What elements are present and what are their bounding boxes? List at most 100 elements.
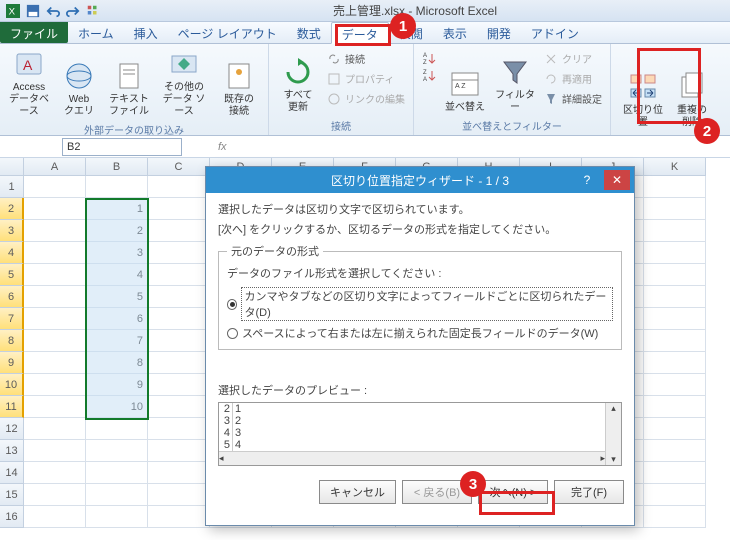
cell[interactable] xyxy=(644,418,706,440)
btn-from-text[interactable]: テキスト ファイル xyxy=(106,46,152,120)
cell[interactable]: 4 xyxy=(86,264,148,286)
cell[interactable] xyxy=(644,330,706,352)
cell[interactable] xyxy=(644,374,706,396)
cell[interactable] xyxy=(148,198,210,220)
cell[interactable] xyxy=(148,484,210,506)
row-header[interactable]: 5 xyxy=(0,264,24,286)
cell[interactable] xyxy=(24,220,86,242)
row-header[interactable]: 9 xyxy=(0,352,24,374)
cell[interactable] xyxy=(644,506,706,528)
cell[interactable] xyxy=(86,484,148,506)
cell[interactable] xyxy=(24,462,86,484)
cell[interactable] xyxy=(644,286,706,308)
cell[interactable] xyxy=(644,484,706,506)
cell[interactable]: 3 xyxy=(86,242,148,264)
cell[interactable] xyxy=(86,176,148,198)
cell[interactable] xyxy=(644,176,706,198)
cell[interactable] xyxy=(24,176,86,198)
radio-fixed-row[interactable]: スペースによって右または左に揃えられた固定長フィールドのデータ(W) xyxy=(227,323,613,343)
cell[interactable] xyxy=(148,220,210,242)
row-header[interactable]: 3 xyxy=(0,220,24,242)
cell[interactable] xyxy=(644,440,706,462)
cell[interactable] xyxy=(148,308,210,330)
cell[interactable] xyxy=(148,176,210,198)
cell[interactable] xyxy=(24,484,86,506)
row-header[interactable]: 15 xyxy=(0,484,24,506)
btn-from-web[interactable]: Web クエリ xyxy=(56,46,102,120)
col-header[interactable]: C xyxy=(148,158,210,176)
cell[interactable]: 6 xyxy=(86,308,148,330)
row-header[interactable]: 14 xyxy=(0,462,24,484)
btn-existing-connections[interactable]: 既存の 接続 xyxy=(216,46,262,120)
fx-icon[interactable]: fx xyxy=(218,141,227,153)
cell[interactable] xyxy=(644,198,706,220)
preview-scrollbar-v[interactable]: ▴▾ xyxy=(605,403,621,465)
cell[interactable] xyxy=(148,374,210,396)
col-header[interactable]: A xyxy=(24,158,86,176)
cell[interactable] xyxy=(24,198,86,220)
cell[interactable] xyxy=(24,308,86,330)
select-all-corner[interactable] xyxy=(0,158,24,176)
cell[interactable]: 5 xyxy=(86,286,148,308)
row-header[interactable]: 7 xyxy=(0,308,24,330)
cell[interactable] xyxy=(24,440,86,462)
cell[interactable] xyxy=(86,418,148,440)
tab-view[interactable]: 表示 xyxy=(433,22,477,43)
tab-developer[interactable]: 開発 xyxy=(477,22,521,43)
tab-home[interactable]: ホーム xyxy=(68,22,124,43)
cell[interactable] xyxy=(24,286,86,308)
cell[interactable] xyxy=(24,418,86,440)
preview-scrollbar-h[interactable]: ◂▸ xyxy=(219,451,605,465)
row-header[interactable]: 8 xyxy=(0,330,24,352)
close-button[interactable]: ✕ xyxy=(604,170,630,190)
cell[interactable] xyxy=(148,352,210,374)
undo-icon[interactable] xyxy=(46,4,60,18)
row-header[interactable]: 2 xyxy=(0,198,24,220)
cell[interactable] xyxy=(644,220,706,242)
cell[interactable] xyxy=(148,286,210,308)
finish-button[interactable]: 完了(F) xyxy=(554,480,624,504)
btn-advanced[interactable]: 詳細設定 xyxy=(542,90,604,107)
btn-filter[interactable]: フィルター xyxy=(492,46,538,116)
btn-from-other[interactable]: その他の データ ソース xyxy=(156,46,212,120)
row-header[interactable]: 13 xyxy=(0,440,24,462)
cell[interactable] xyxy=(148,396,210,418)
btn-from-access[interactable]: AAccess データベース xyxy=(6,46,52,120)
row-header[interactable]: 12 xyxy=(0,418,24,440)
tab-page-layout[interactable]: ページ レイアウト xyxy=(168,22,287,43)
cell[interactable]: 8 xyxy=(86,352,148,374)
col-header[interactable]: K xyxy=(644,158,706,176)
cell[interactable] xyxy=(148,264,210,286)
cell[interactable] xyxy=(148,418,210,440)
row-header[interactable]: 4 xyxy=(0,242,24,264)
qat-custom-icon[interactable] xyxy=(86,4,100,18)
help-button[interactable]: ? xyxy=(574,167,600,193)
radio-delimited[interactable] xyxy=(227,299,237,310)
cell[interactable] xyxy=(148,440,210,462)
save-icon[interactable] xyxy=(26,4,40,18)
cell[interactable]: 1 xyxy=(86,198,148,220)
cancel-button[interactable]: キャンセル xyxy=(319,480,396,504)
cell[interactable]: 7 xyxy=(86,330,148,352)
cell[interactable] xyxy=(24,506,86,528)
cell[interactable] xyxy=(644,462,706,484)
cell[interactable]: 9 xyxy=(86,374,148,396)
radio-fixed-width[interactable] xyxy=(227,328,238,339)
row-header[interactable]: 1 xyxy=(0,176,24,198)
btn-refresh-all[interactable]: すべて 更新 xyxy=(275,46,321,116)
cell[interactable] xyxy=(24,396,86,418)
btn-sort-asc[interactable]: AZ xyxy=(420,50,438,66)
btn-sort[interactable]: A Z並べ替え xyxy=(442,46,488,116)
tab-formulas[interactable]: 数式 xyxy=(287,22,331,43)
cell[interactable] xyxy=(148,462,210,484)
cell[interactable] xyxy=(24,330,86,352)
cell[interactable] xyxy=(24,352,86,374)
cell[interactable]: 2 xyxy=(86,220,148,242)
row-header[interactable]: 11 xyxy=(0,396,24,418)
cell[interactable] xyxy=(148,330,210,352)
redo-icon[interactable] xyxy=(66,4,80,18)
btn-sort-desc[interactable]: ZA xyxy=(420,67,438,83)
cell[interactable] xyxy=(24,374,86,396)
cell[interactable] xyxy=(148,506,210,528)
row-header[interactable]: 16 xyxy=(0,506,24,528)
